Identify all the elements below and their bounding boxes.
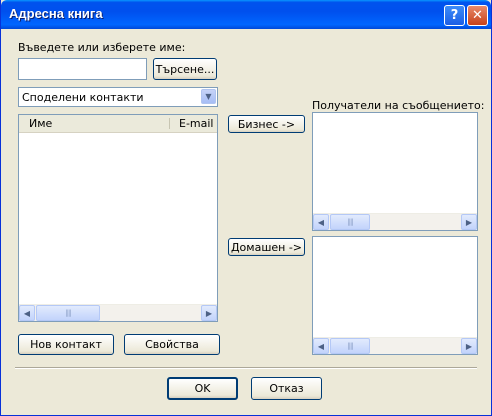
- scrollbar-thumb[interactable]: ||||: [36, 305, 100, 321]
- search-button[interactable]: Търсене...: [153, 58, 217, 80]
- divider: [15, 367, 477, 369]
- scroll-right-icon[interactable]: ▶: [461, 214, 477, 230]
- dropdown-selected-value: Споделени контакти: [22, 91, 144, 104]
- add-business-button[interactable]: Бизнес ->: [228, 115, 305, 133]
- scroll-right-icon[interactable]: ▶: [461, 338, 477, 354]
- search-label: Въведете или изберете име:: [18, 41, 186, 54]
- home-recipients-scrollbar[interactable]: ◀ |||| ▶: [313, 337, 477, 354]
- help-icon[interactable]: ?: [444, 5, 465, 26]
- business-recipients-list[interactable]: ◀ |||| ▶: [312, 112, 478, 231]
- cancel-button[interactable]: Отказ: [251, 377, 322, 400]
- scroll-left-icon[interactable]: ◀: [313, 214, 329, 230]
- column-header-name[interactable]: Име: [29, 117, 169, 130]
- contacts-list-header: Име E-mail a: [19, 115, 217, 133]
- window-title: Адресна книга: [9, 6, 103, 21]
- business-recipients-scrollbar[interactable]: ◀ |||| ▶: [313, 213, 477, 230]
- address-book-dialog: Адресна книга ? ✕ Въведете или изберете …: [0, 0, 492, 416]
- chevron-down-icon[interactable]: ▼: [201, 89, 216, 104]
- ok-button[interactable]: OK: [167, 377, 238, 400]
- new-contact-button[interactable]: Нов контакт: [18, 334, 114, 355]
- contacts-source-dropdown[interactable]: Споделени контакти ▼: [18, 87, 218, 107]
- close-icon[interactable]: ✕: [467, 5, 488, 26]
- search-input[interactable]: [18, 58, 147, 80]
- properties-button[interactable]: Свойства: [124, 334, 220, 355]
- column-divider[interactable]: [169, 118, 170, 129]
- title-bar[interactable]: Адресна книга ? ✕: [1, 0, 491, 29]
- column-header-email[interactable]: E-mail a: [179, 117, 217, 130]
- contacts-list[interactable]: Име E-mail a ◀ |||| ▶: [18, 114, 218, 322]
- scroll-right-icon[interactable]: ▶: [201, 305, 217, 321]
- home-recipients-list[interactable]: ◀ |||| ▶: [312, 236, 478, 355]
- scroll-left-icon[interactable]: ◀: [313, 338, 329, 354]
- scrollbar-thumb[interactable]: ||||: [330, 338, 370, 354]
- add-home-button[interactable]: Домашен ->: [228, 238, 305, 256]
- scroll-left-icon[interactable]: ◀: [19, 305, 35, 321]
- contacts-list-scrollbar[interactable]: ◀ |||| ▶: [19, 304, 217, 321]
- scrollbar-thumb[interactable]: ||||: [330, 214, 370, 230]
- recipients-label: Получатели на съобщението:: [312, 99, 485, 112]
